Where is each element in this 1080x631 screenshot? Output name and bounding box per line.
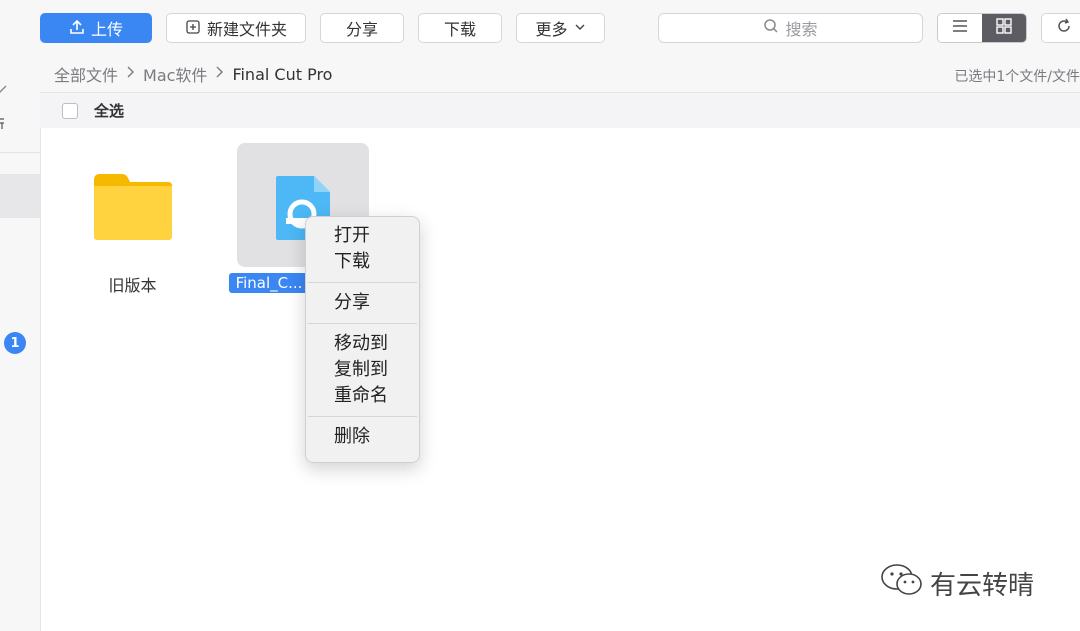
breadcrumb: 全部文件 Mac软件 Final Cut Pro [40,56,1080,93]
grid-view-button[interactable] [982,14,1026,42]
select-all-checkbox[interactable] [62,102,78,119]
download-label: 下载 [443,20,476,39]
list-view-button[interactable] [938,14,982,42]
upload-label: 上传 [90,20,123,39]
folder-name: 旧版本 [108,276,157,295]
breadcrumb-item-mac-software[interactable]: Mac软件 [143,62,207,86]
new-folder-label: 新建文件夹 [206,20,287,39]
menu-item-share[interactable]: 分享 [306,290,419,316]
chevron-right-icon [126,66,135,82]
list-view-icon [951,18,969,38]
refresh-button[interactable] [1041,13,1080,43]
menu-group-share: 分享 [306,288,419,318]
sidebar-item-active[interactable] [0,174,40,218]
menu-divider [308,282,417,283]
sidebar-divider [0,152,40,153]
menu-item-delete[interactable]: 删除 [306,424,419,450]
search-icon [763,18,779,38]
search-input[interactable]: 搜索 [658,13,923,43]
file-name-selected: Final_C... [229,273,309,293]
toolbar: 上传 新建文件夹 分享 下载 更多 搜索 [0,0,1080,57]
menu-group-organize: 移动到 复制到 重命名 [306,329,419,411]
context-menu: 打开 下载 分享 移动到 复制到 重命名 删除 [305,216,420,463]
menu-divider [308,323,417,324]
selection-status: 已选中1个文件/文件 [954,69,1080,85]
chevron-down-icon [574,21,586,36]
select-all-label[interactable]: 全选 [94,100,124,121]
upload-button[interactable]: 上传 [40,13,152,43]
watermark: 有云转晴 [880,562,1034,605]
new-folder-button[interactable]: 新建文件夹 [166,13,306,43]
share-button[interactable]: 分享 [320,13,404,43]
chevron-right-icon [215,66,224,82]
menu-item-move-to[interactable]: 移动到 [306,331,419,357]
folder-icon [92,172,174,246]
grid-view-icon [995,17,1013,39]
breadcrumb-item-all-files[interactable]: 全部文件 [54,62,118,86]
share-label: 分享 [345,20,378,39]
breadcrumb-item-current: Final Cut Pro [232,64,333,84]
menu-item-open[interactable]: 打开 [306,223,419,249]
sidebar: 1 [0,56,41,631]
menu-item-download[interactable]: 下载 [306,249,419,275]
notification-badge[interactable]: 1 [4,332,26,354]
new-folder-icon [185,19,201,38]
select-all-row: 全选 [40,93,1080,128]
menu-item-copy-to[interactable]: 复制到 [306,357,419,383]
menu-group-open: 打开 下载 [306,221,419,277]
menu-divider [308,416,417,417]
refresh-icon [1056,18,1072,38]
menu-item-rename[interactable]: 重命名 [306,383,419,409]
wechat-icon [880,562,924,605]
collapsed-nav-glyph-icon[interactable] [0,116,6,134]
menu-group-delete: 删除 [306,422,419,452]
search-placeholder: 搜索 [785,20,818,39]
upload-icon [69,19,85,38]
more-label: 更多 [535,20,568,39]
download-button[interactable]: 下载 [418,13,502,43]
watermark-text: 有云转晴 [930,571,1035,601]
collapsed-nav-icon[interactable] [0,84,8,100]
more-button[interactable]: 更多 [516,13,605,43]
view-toggle [937,13,1027,43]
